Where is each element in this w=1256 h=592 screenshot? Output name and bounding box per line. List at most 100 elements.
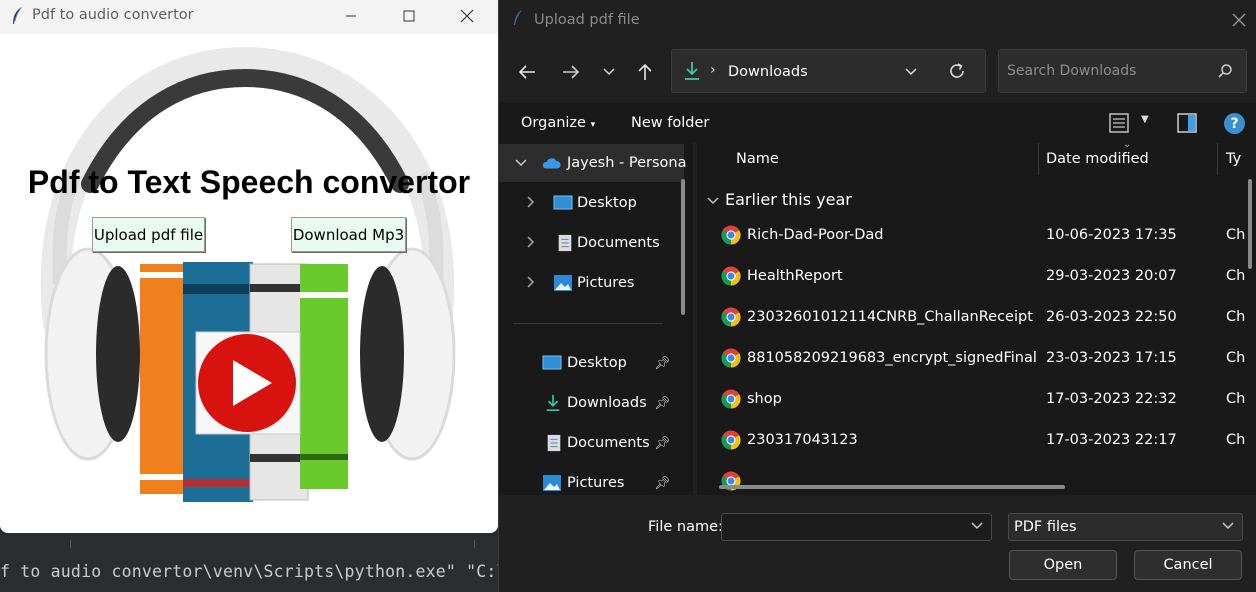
chevron-down-icon[interactable]: ▼: [1141, 114, 1149, 125]
file-row[interactable]: 23032601012114CNRB_ChallanReceipt 26-03-2…: [697, 298, 1256, 338]
file-row[interactable]: Rich-Dad-Poor-Dad 10-06-2023 17:35 Ch: [697, 216, 1256, 256]
refresh-button[interactable]: [948, 62, 966, 84]
file-row[interactable]: 881058209219683_encrypt_signedFinal 23-03…: [697, 339, 1256, 379]
pictures-icon: [554, 275, 572, 291]
back-button[interactable]: [513, 58, 541, 86]
quick-access-pictures[interactable]: Pictures 📌︎: [499, 464, 684, 495]
file-type-value: PDF files: [1014, 519, 1077, 535]
file-row[interactable]: 230317043123 17-03-2023 22:17 Ch: [697, 421, 1256, 461]
file-name-label: File name:: [648, 519, 723, 535]
quick-access-documents[interactable]: Documents 📌︎: [499, 424, 684, 462]
list-vertical-scrollbar[interactable]: [1248, 179, 1252, 269]
nav-item-documents[interactable]: Documents: [499, 224, 684, 262]
close-icon: [1232, 13, 1246, 27]
chevron-right-icon: [527, 275, 535, 291]
arrow-left-icon: [518, 65, 535, 79]
file-row[interactable]: shop 17-03-2023 22:32 Ch: [697, 380, 1256, 420]
dialog-titlebar: Upload pdf file: [499, 0, 1256, 40]
search-input[interactable]: [1007, 60, 1207, 82]
address-dropdown-button[interactable]: [904, 62, 918, 81]
recent-locations-button[interactable]: [595, 58, 623, 86]
maximize-icon: [403, 10, 415, 22]
chevron-down-icon: [603, 68, 615, 76]
nav-item-desktop[interactable]: Desktop: [499, 184, 684, 222]
search-box[interactable]: [998, 49, 1247, 93]
breadcrumb-location[interactable]: Downloads: [728, 64, 808, 80]
file-row[interactable]: HealthReport 29-03-2023 20:07 Ch: [697, 257, 1256, 297]
list-horizontal-scrollbar[interactable]: [719, 485, 1065, 489]
close-button[interactable]: [444, 0, 490, 32]
column-divider[interactable]: [1038, 143, 1039, 175]
new-folder-button[interactable]: New folder: [631, 115, 709, 131]
chrome-pdf-icon: [721, 389, 741, 409]
organize-menu[interactable]: Organize ▾: [521, 115, 595, 131]
preview-pane-icon[interactable]: [1177, 113, 1197, 133]
chevron-right-icon: [527, 235, 535, 251]
file-type-select[interactable]: PDF files: [1008, 513, 1243, 541]
chevron-down-icon: [905, 68, 917, 76]
nav-label: Pictures: [577, 275, 635, 291]
column-header-date-modified[interactable]: Date modified: [1046, 151, 1149, 167]
terminal-marker: [474, 540, 475, 548]
nav-label: Pictures: [567, 475, 625, 491]
file-row-partial[interactable]: [697, 462, 1256, 495]
documents-icon: [558, 234, 572, 252]
download-icon: [685, 62, 699, 80]
group-header[interactable]: Earlier this year: [707, 190, 852, 209]
maximize-button[interactable]: [386, 0, 432, 32]
nav-divider: [513, 323, 663, 324]
desktop-icon: [542, 355, 562, 370]
file-type: Ch: [1226, 227, 1246, 243]
file-name: HealthReport: [747, 268, 843, 284]
app-title: Pdf to audio convertor: [32, 7, 194, 23]
audiobook-illustration: [40, 46, 456, 502]
app-titlebar: Pdf to audio convertor: [0, 0, 498, 34]
chrome-pdf-icon: [721, 225, 741, 245]
file-name: 230317043123: [747, 432, 858, 448]
terminal-command-text: f to audio convertor\venv\Scripts\python…: [0, 562, 517, 581]
app-canvas: Pdf to Text Speech convertor: [0, 34, 498, 533]
view-options-icon[interactable]: [1109, 113, 1129, 133]
feather-icon: [514, 10, 522, 25]
nav-item-onedrive[interactable]: Jayesh - Persona: [499, 144, 686, 182]
arrow-up-icon: [638, 63, 652, 80]
terminal-marker: [70, 540, 71, 548]
chevron-down-icon: [707, 194, 725, 208]
upload-pdf-button[interactable]: Upload pdf file: [92, 217, 205, 252]
minimize-button[interactable]: [328, 0, 374, 32]
nav-scrollbar[interactable]: [681, 179, 685, 315]
download-mp3-button[interactable]: Download Mp3: [291, 217, 406, 252]
column-divider[interactable]: [1217, 143, 1218, 175]
file-list: Name ⌄ Date modified Ty Earlier this yea…: [697, 143, 1256, 495]
file-name-input[interactable]: [721, 513, 992, 541]
file-date-modified: 26-03-2023 22:50: [1046, 309, 1177, 325]
file-date-modified: 29-03-2023 20:07: [1046, 268, 1177, 284]
refresh-icon: [950, 63, 964, 78]
cancel-button[interactable]: Cancel: [1134, 550, 1242, 580]
dialog-close-button[interactable]: [1227, 8, 1251, 32]
column-header-type[interactable]: Ty: [1226, 151, 1241, 167]
column-header-name[interactable]: Name: [736, 151, 779, 167]
quick-access-desktop[interactable]: Desktop 📌︎: [499, 344, 684, 382]
pin-icon: 📌︎: [654, 395, 671, 411]
help-icon[interactable]: ?: [1224, 113, 1245, 134]
command-bar: Organize ▾ New folder ▼ ?: [499, 103, 1256, 143]
quick-access-downloads[interactable]: Downloads 📌︎: [499, 384, 684, 422]
file-type: Ch: [1226, 350, 1246, 366]
file-name: 881058209219683_encrypt_signedFinal: [747, 350, 1037, 366]
address-bar[interactable]: › Downloads: [671, 49, 986, 93]
chevron-down-icon: ▾: [590, 120, 596, 130]
up-button[interactable]: [631, 58, 659, 86]
nav-label: Downloads: [567, 395, 647, 411]
pin-icon: 📌︎: [654, 475, 671, 491]
download-icon: [546, 394, 560, 412]
open-button[interactable]: Open: [1009, 550, 1117, 580]
chevron-down-icon[interactable]: [971, 520, 983, 533]
chevron-down-icon: [515, 157, 527, 170]
dialog-title: Upload pdf file: [534, 12, 640, 28]
pictures-icon: [543, 475, 561, 491]
nav-label: Documents: [577, 235, 660, 251]
forward-button[interactable]: [557, 58, 585, 86]
pin-icon: 📌︎: [654, 435, 671, 451]
nav-item-pictures[interactable]: Pictures: [499, 264, 684, 302]
